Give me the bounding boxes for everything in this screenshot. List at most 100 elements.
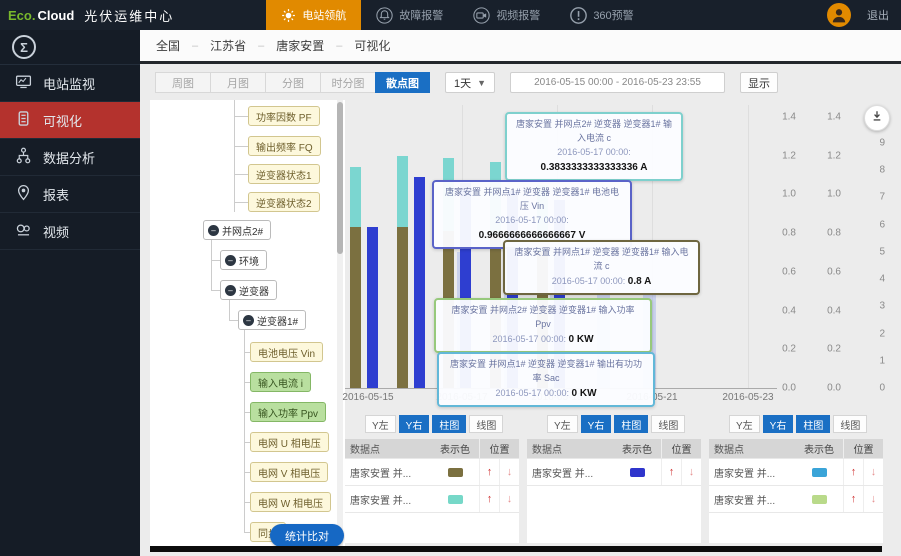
series-color-swatch[interactable] [812, 495, 827, 504]
series-color-swatch[interactable] [812, 468, 827, 477]
tree-scrollbar-thumb[interactable] [337, 102, 343, 254]
tree-item-12[interactable]: 电网 U 相电压 [250, 432, 329, 452]
date-range-input[interactable] [510, 72, 725, 93]
sidebar-item-5[interactable]: 视频 [0, 213, 140, 250]
series-table-row: 唐家安置 并...↑↓ [527, 459, 701, 486]
move-down-button[interactable]: ↓ [499, 459, 519, 485]
tree-item-1[interactable]: 功率因数 PF [248, 106, 320, 126]
nav-tab-3[interactable]: 视频报警 [458, 0, 555, 30]
tree-item-3[interactable]: 逆变器状态1 [248, 164, 320, 184]
series-table-header: 数据点表示色位置 [709, 439, 883, 459]
tree-item-5[interactable]: –并网点2# [203, 220, 271, 240]
panel-button-线图[interactable]: 线图 [651, 415, 685, 433]
tree-item-4[interactable]: 逆变器状态2 [248, 192, 320, 212]
sidebar-item-2[interactable]: 可视化 [0, 102, 140, 139]
export-download-button[interactable] [864, 105, 890, 131]
sidebar-item-4[interactable]: 报表 [0, 176, 140, 213]
series-name: 唐家安置 并... [345, 492, 431, 507]
move-down-button[interactable]: ↓ [681, 459, 701, 485]
series-table-header: 数据点表示色位置 [345, 439, 519, 459]
tree-item-6[interactable]: –环境 [220, 250, 267, 270]
panel-button-y右[interactable]: Y右 [763, 415, 794, 433]
view-button-5[interactable]: 散点图 [375, 72, 430, 93]
sidebar-item-1[interactable]: 电站监视 [0, 65, 140, 102]
move-down-button[interactable]: ↓ [863, 459, 883, 485]
logout-button[interactable]: 退出 [867, 7, 889, 23]
panel-buttons: Y左Y右柱图线图 [365, 415, 519, 433]
visualization-icon [15, 110, 32, 130]
header-datapoint: 数据点 [527, 441, 613, 456]
bar-input-current-i[interactable] [350, 167, 361, 227]
move-up-button[interactable]: ↑ [843, 486, 863, 512]
right-axis3-tick-label: 5 [859, 246, 885, 257]
panel-button-柱图[interactable]: 柱图 [432, 415, 466, 433]
series-color-swatch[interactable] [448, 495, 463, 504]
tree-connector-line [229, 300, 230, 321]
bar-input-current-i[interactable] [397, 156, 408, 228]
tree-item-8[interactable]: –逆变器1# [238, 310, 306, 330]
tree-connector-line [229, 320, 238, 321]
series-color-swatch[interactable] [448, 468, 463, 477]
interval-dropdown[interactable]: 1天 ▼ [445, 72, 495, 93]
tree-item-13[interactable]: 电网 V 相电压 [250, 462, 328, 482]
tree-item-10[interactable]: 输入电流 i [250, 372, 311, 392]
chart-tooltip-5: 唐家安置 并网点1# 逆变器 逆变器1# 输出有功功率 Sac2016-05-1… [437, 352, 655, 407]
breadcrumb-separator: – [192, 40, 198, 52]
tree-item-label: 并网点2# [222, 223, 263, 238]
panel-button-y右[interactable]: Y右 [581, 415, 612, 433]
user-avatar-icon[interactable] [827, 3, 851, 27]
bar-input-current-c[interactable] [367, 227, 378, 388]
panel-button-线图[interactable]: 线图 [833, 415, 867, 433]
nav-tab-1[interactable]: 电站领航 [266, 0, 361, 30]
sidebar-item-3[interactable]: 数据分析 [0, 139, 140, 176]
panel-button-柱图[interactable]: 柱图 [614, 415, 648, 433]
tree-item-label: 电池电压 Vin [258, 345, 315, 360]
panel-button-柱图[interactable]: 柱图 [796, 415, 830, 433]
breadcrumb-item-1[interactable]: 全国 [156, 37, 180, 54]
tree-item-11[interactable]: 输入功率 Ppv [250, 402, 326, 422]
panel-button-y左[interactable]: Y左 [729, 415, 760, 433]
nav-tab-4[interactable]: 360预警 [555, 0, 648, 30]
tree-item-label: 环境 [239, 253, 259, 268]
bottom-scrollbar[interactable] [150, 546, 882, 552]
breadcrumb-item-3[interactable]: 唐家安置 [276, 37, 324, 54]
panel-button-y左[interactable]: Y左 [547, 415, 578, 433]
move-up-button[interactable]: ↑ [479, 486, 499, 512]
tooltip-time: 2016-05-17 00:00: [515, 146, 673, 160]
view-button-3[interactable]: 分图 [265, 72, 320, 93]
view-button-1[interactable]: 周图 [155, 72, 210, 93]
chart-tooltip-1: 唐家安置 并网点2# 逆变器 逆变器1# 输入电流 c2016-05-17 00… [505, 112, 683, 181]
view-button-2[interactable]: 月图 [210, 72, 265, 93]
monitor-icon [15, 73, 32, 93]
panel-button-y左[interactable]: Y左 [365, 415, 396, 433]
sidebar-logo[interactable]: Σ [0, 30, 140, 65]
bar-input-current-c[interactable] [414, 177, 425, 388]
panel-button-y右[interactable]: Y右 [399, 415, 430, 433]
bar-vin[interactable] [350, 227, 361, 388]
move-up-button[interactable]: ↑ [661, 459, 681, 485]
panel-button-线图[interactable]: 线图 [469, 415, 503, 433]
series-table: 数据点表示色位置唐家安置 并...↑↓ [527, 439, 701, 543]
series-color-swatch[interactable] [630, 468, 645, 477]
bar-vin[interactable] [397, 227, 408, 388]
view-button-4[interactable]: 时分图 [320, 72, 375, 93]
sidebar-menu: 电站监视可视化数据分析报表视频 [0, 65, 140, 250]
move-up-button[interactable]: ↑ [479, 459, 499, 485]
move-up-button[interactable]: ↑ [843, 459, 863, 485]
right-axis2-tick-label: 0.4 [815, 305, 841, 316]
tree-item-9[interactable]: 电池电压 Vin [250, 342, 323, 362]
compare-button[interactable]: 统计比对 [270, 524, 344, 546]
move-down-button[interactable]: ↓ [499, 486, 519, 512]
tree-connector-line [211, 290, 220, 291]
chart-gridline [748, 105, 749, 388]
breadcrumb-item-4[interactable]: 可视化 [354, 37, 390, 54]
tree-item-2[interactable]: 输出频率 FQ [248, 136, 321, 156]
move-down-button[interactable]: ↓ [863, 486, 883, 512]
video-icon [15, 221, 32, 241]
tree-item-7[interactable]: –逆变器 [220, 280, 277, 300]
series-color-cell [795, 495, 843, 504]
tree-item-14[interactable]: 电网 W 相电压 [250, 492, 331, 512]
nav-tab-2[interactable]: 故障报警 [361, 0, 458, 30]
show-button[interactable]: 显示 [740, 72, 778, 93]
breadcrumb-item-2[interactable]: 江苏省 [210, 37, 246, 54]
